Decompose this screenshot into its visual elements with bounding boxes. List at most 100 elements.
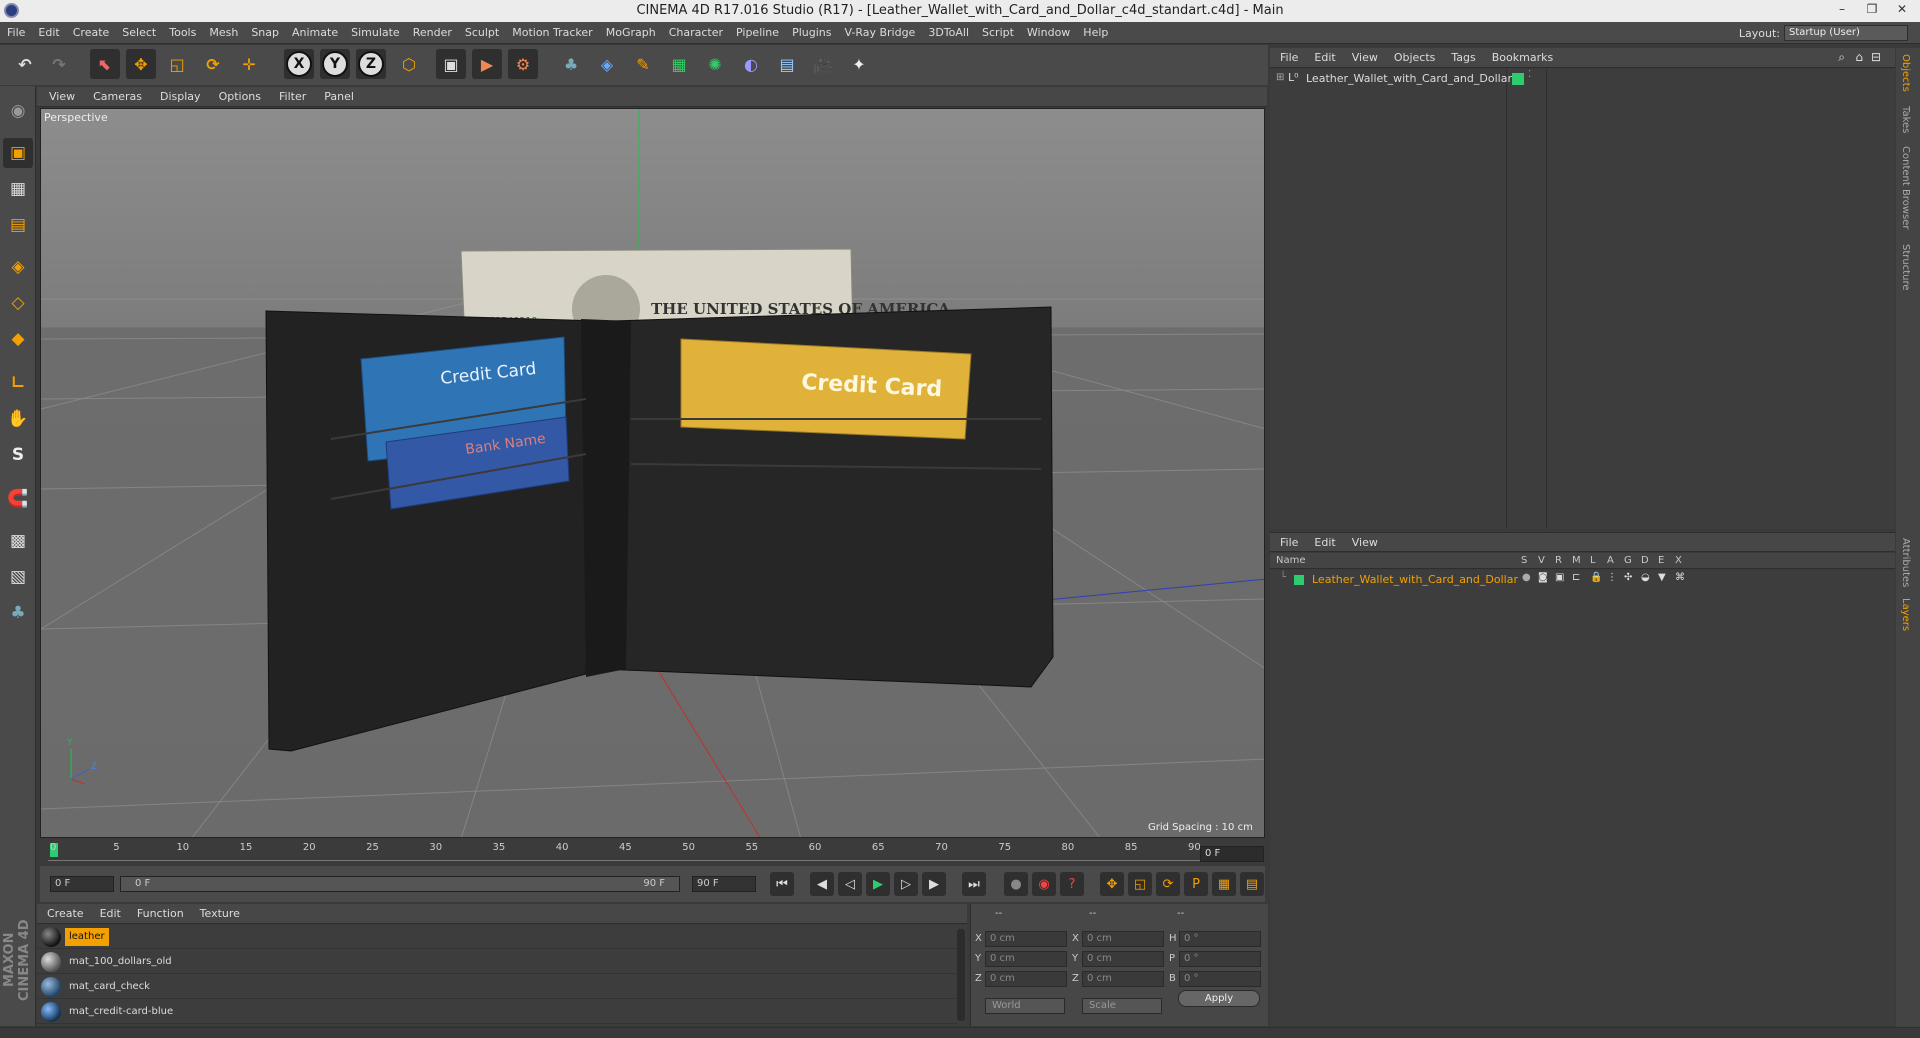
coord-sy-field[interactable]: 0 cm — [1082, 951, 1164, 967]
menu-window[interactable]: Window — [1020, 22, 1076, 39]
tab-structure[interactable]: Structure — [1900, 244, 1911, 291]
layer-lock-icon[interactable]: 🔒 — [1590, 572, 1602, 583]
layer-menu-view[interactable]: View — [1342, 533, 1384, 549]
make-editable-icon[interactable]: ◉ — [3, 96, 33, 126]
material-menu-function[interactable]: Function — [127, 904, 190, 920]
start-frame-field[interactable]: 0 F — [50, 876, 114, 892]
material-menu-edit[interactable]: Edit — [90, 904, 127, 920]
expand-icon[interactable]: ⊞ — [1276, 72, 1284, 83]
cube-primitive-icon[interactable]: ◈ — [592, 49, 622, 79]
viewport-menu-panel[interactable]: Panel — [312, 87, 360, 103]
material-row[interactable]: mat_100_dollars_old — [37, 950, 957, 974]
new-view-icon[interactable]: ⊟ — [1871, 50, 1881, 64]
restore-button[interactable]: ❐ — [1858, 2, 1886, 16]
apply-button[interactable]: Apply — [1178, 990, 1260, 1007]
light-icon[interactable]: ✦ — [844, 49, 874, 79]
tab-content-browser[interactable]: Content Browser — [1900, 146, 1911, 229]
layer-color-swatch[interactable] — [1294, 575, 1304, 585]
menu-animate[interactable]: Animate — [285, 22, 344, 39]
undo-icon[interactable]: ↶ — [10, 49, 40, 79]
autokey-icon[interactable]: ◉ — [1032, 872, 1056, 896]
redo-icon[interactable]: ↷ — [44, 49, 74, 79]
layer-xref-icon[interactable]: ⌘ — [1675, 572, 1685, 583]
layer-solo-icon[interactable]: ● — [1522, 572, 1531, 583]
layer-render-icon[interactable]: ▣ — [1555, 572, 1564, 583]
cloner-icon[interactable]: ✺ — [700, 49, 730, 79]
minimize-button[interactable]: – — [1828, 2, 1856, 16]
render-to-picture-viewer-icon[interactable]: ▶ — [472, 49, 502, 79]
tab-attributes[interactable]: Attributes — [1900, 538, 1911, 587]
viewport-menu-cameras[interactable]: Cameras — [81, 87, 148, 103]
layer-deformer-icon[interactable]: ◒ — [1641, 572, 1650, 583]
layer-menu-edit[interactable]: Edit — [1304, 533, 1341, 549]
keyframe-selection-icon[interactable]: ? — [1060, 872, 1084, 896]
snap-icon[interactable]: S — [3, 440, 33, 470]
key-rotation-icon[interactable]: ⟳ — [1156, 872, 1180, 896]
object-menu-tags[interactable]: Tags — [1441, 48, 1481, 64]
workplane-mode-icon[interactable]: ▤ — [3, 210, 33, 240]
live-select-icon[interactable]: ⬉ — [90, 49, 120, 79]
go-to-end-icon[interactable]: ⏭ — [962, 872, 986, 896]
menu-motion-tracker[interactable]: Motion Tracker — [505, 22, 598, 39]
edges-mode-icon[interactable]: ◇ — [3, 288, 33, 318]
coord-sz-field[interactable]: 0 cm — [1082, 971, 1164, 987]
rotate-icon[interactable]: ⟳ — [198, 49, 228, 79]
menu-help[interactable]: Help — [1076, 22, 1114, 39]
menu-render[interactable]: Render — [406, 22, 458, 39]
x-axis-lock[interactable]: X — [284, 49, 314, 79]
prev-frame-icon[interactable]: ◁ — [838, 872, 862, 896]
menu-character[interactable]: Character — [662, 22, 729, 39]
camera-icon[interactable]: 🎥 — [808, 49, 838, 79]
layer-color-tag[interactable] — [1512, 73, 1524, 85]
layer-animation-icon[interactable]: ⋮ — [1607, 572, 1617, 583]
object-menu-file[interactable]: File — [1270, 48, 1304, 64]
render-view-icon[interactable]: ▣ — [436, 49, 466, 79]
next-frame-icon[interactable]: ▷ — [894, 872, 918, 896]
points-mode-icon[interactable]: ◈ — [3, 252, 33, 282]
texture-mode-icon[interactable]: ▦ — [3, 174, 33, 204]
layout-select[interactable]: Startup (User) — [1784, 25, 1908, 41]
workplane-lock-icon[interactable]: ▩ — [3, 526, 33, 556]
play-icon[interactable]: ▶ — [866, 872, 890, 896]
menu-edit[interactable]: Edit — [31, 22, 65, 39]
timeline-ruler[interactable]: 0 5 10 15 20 25 30 35 40 45 50 55 60 65 70 75 80 85 90 — [40, 840, 1265, 864]
layer-manager-icon[interactable]: ⊏ — [1572, 572, 1580, 583]
menu-file[interactable]: File — [0, 22, 31, 39]
visibility-dots-icon[interactable]: ⁚ — [1528, 69, 1531, 80]
model-mode-icon[interactable]: ▣ — [3, 138, 33, 168]
move-icon[interactable]: ✥ — [126, 49, 156, 79]
scheme-icon[interactable]: ▤ — [1240, 872, 1264, 896]
layer-menu-file[interactable]: File — [1270, 533, 1304, 549]
layer-view-icon[interactable]: ◙ — [1538, 572, 1548, 583]
coord-sx-field[interactable]: 0 cm — [1082, 931, 1164, 947]
go-to-start-icon[interactable]: ⏮ — [770, 872, 794, 896]
menu-script[interactable]: Script — [975, 22, 1020, 39]
material-menu-texture[interactable]: Texture — [190, 904, 246, 920]
scale-icon[interactable]: ◱ — [162, 49, 192, 79]
coord-py-field[interactable]: 0 cm — [985, 951, 1067, 967]
deformer-icon[interactable]: ◐ — [736, 49, 766, 79]
object-menu-view[interactable]: View — [1342, 48, 1384, 64]
viewport-menu-view[interactable]: View — [37, 87, 81, 103]
menu-simulate[interactable]: Simulate — [344, 22, 406, 39]
menu-create[interactable]: Create — [66, 22, 116, 39]
subdivision-surface-icon[interactable]: ▦ — [664, 49, 694, 79]
material-row[interactable]: leather — [37, 925, 957, 949]
end-frame-field[interactable]: 90 F — [692, 876, 756, 892]
menu-sculpt[interactable]: Sculpt — [458, 22, 505, 39]
layer-expression-icon[interactable]: ▼ — [1658, 572, 1666, 583]
z-axis-lock[interactable]: Z — [356, 49, 386, 79]
coord-pz-field[interactable]: 0 cm — [985, 971, 1067, 987]
tab-layers[interactable]: Layers — [1900, 598, 1911, 631]
floor-icon[interactable]: ▤ — [772, 49, 802, 79]
y-axis-lock[interactable]: Y — [320, 49, 350, 79]
tab-objects[interactable]: Objects — [1900, 54, 1911, 92]
tweak-mode-icon[interactable]: ✋ — [3, 404, 33, 434]
object-menu-objects[interactable]: Objects — [1384, 48, 1442, 64]
workplane-snap-icon[interactable]: ▧ — [3, 562, 33, 592]
render-settings-icon[interactable]: ⚙ — [508, 49, 538, 79]
viewport-menu-options[interactable]: Options — [207, 87, 267, 103]
recent-tool-icon[interactable]: ✛ — [234, 49, 264, 79]
menu-select[interactable]: Select — [115, 22, 162, 39]
coord-b-field[interactable]: 0 ° — [1179, 971, 1261, 987]
